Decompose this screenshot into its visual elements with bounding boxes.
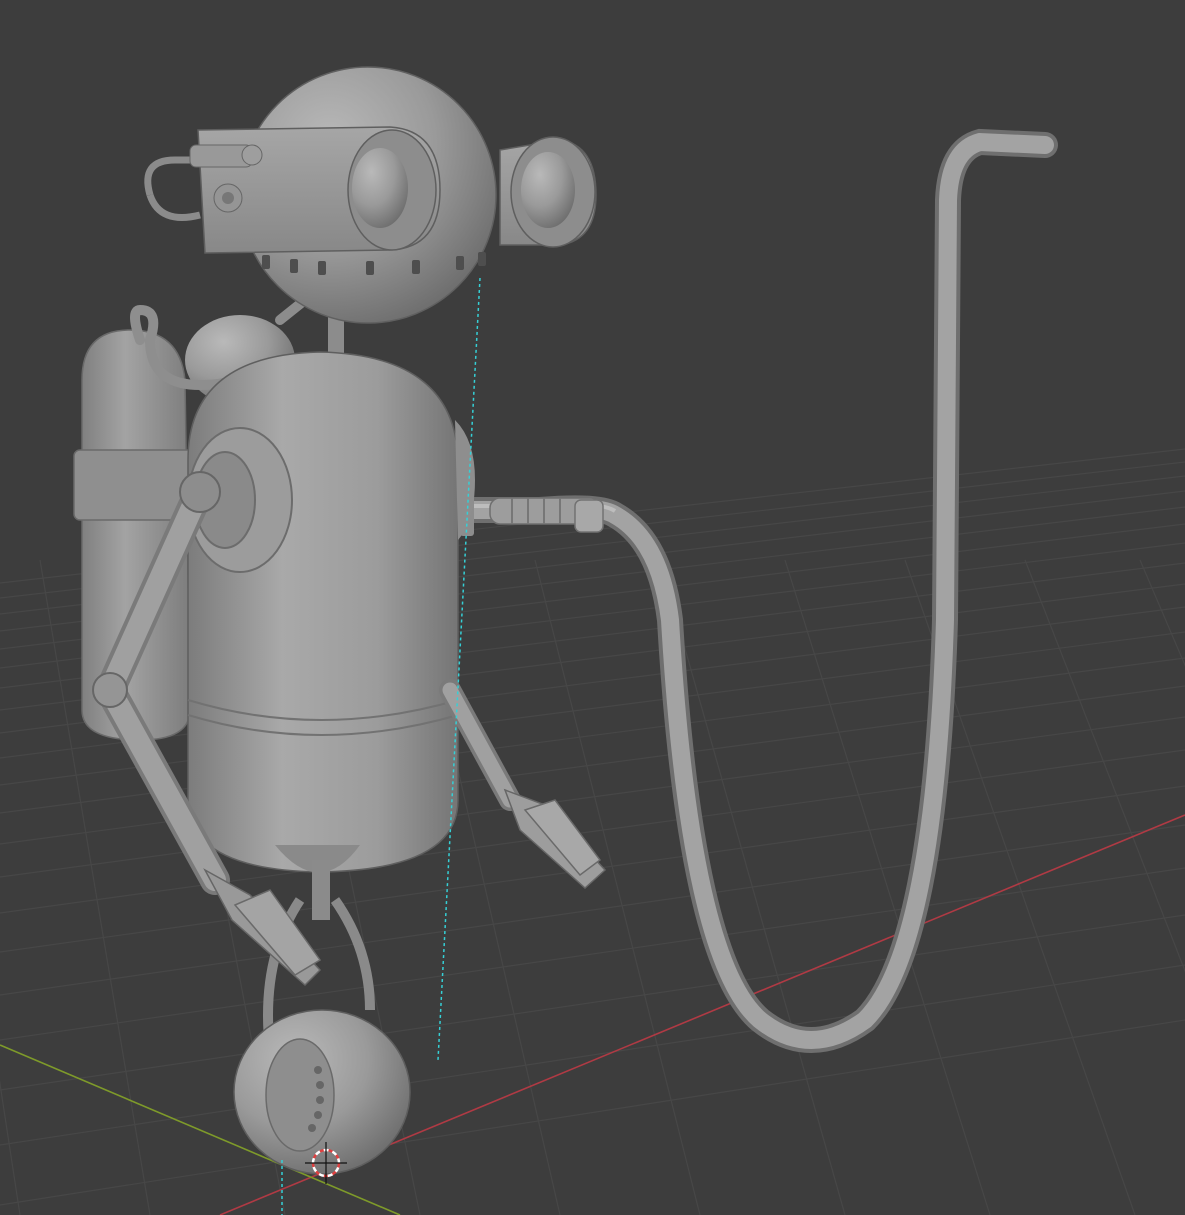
robot-body-icon[interactable] xyxy=(187,351,475,873)
robot-goggles-icon[interactable] xyxy=(144,126,597,254)
hose-icon[interactable] xyxy=(457,128,1058,1053)
3d-viewport[interactable] xyxy=(0,0,1185,1215)
viewport-canvas[interactable] xyxy=(0,0,1185,1215)
robot-arm-right-icon[interactable] xyxy=(439,679,607,890)
